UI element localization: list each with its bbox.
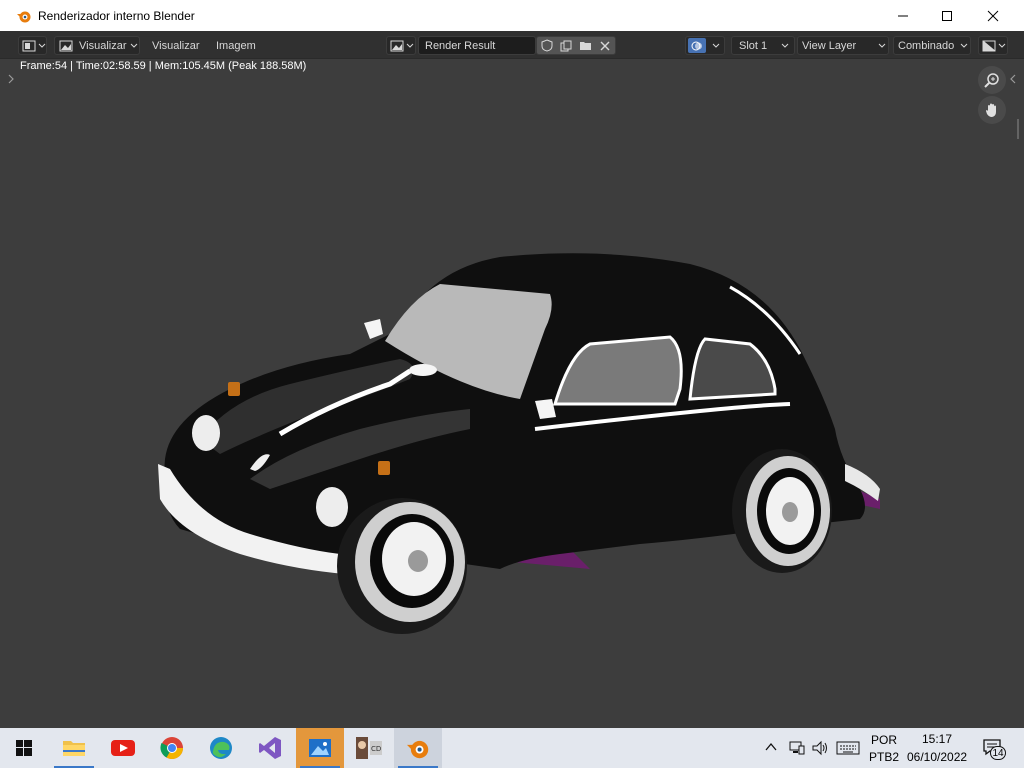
sidebar-toggle-icon[interactable] (1010, 74, 1016, 84)
edge-icon (210, 737, 232, 759)
blender-logo-icon (17, 11, 31, 22)
view-layer-label: View Layer (802, 39, 857, 52)
language-indicator-line2[interactable]: PTB2 (869, 750, 899, 764)
clock-time[interactable]: 15:17 (922, 732, 952, 746)
blender-icon (407, 740, 429, 759)
volume-icon[interactable] (812, 740, 830, 756)
chevron-down-icon (406, 43, 414, 48)
taskbar-youtube[interactable] (99, 728, 147, 768)
zoom-icon (984, 73, 999, 88)
view-layer-dropdown[interactable]: View Layer (797, 36, 889, 55)
youtube-icon (111, 740, 135, 756)
duplicate-icon (560, 40, 572, 51)
overlay-dropdown[interactable] (685, 36, 725, 55)
taskbar-blender[interactable] (394, 728, 442, 768)
shield-icon (541, 39, 553, 52)
menu-view[interactable]: Visualizar (152, 37, 200, 54)
taskbar-edge[interactable] (197, 728, 245, 768)
chevron-down-icon (960, 43, 968, 48)
overlay-toggle[interactable] (688, 38, 706, 53)
chevron-down-icon (878, 43, 886, 48)
image-icon (59, 40, 73, 51)
folder-icon (63, 741, 85, 756)
image-actions-group (536, 36, 616, 55)
toolbar-toggle-icon[interactable] (8, 74, 14, 84)
hand-icon (986, 103, 996, 117)
windows-logo-icon (16, 740, 32, 756)
chevron-down-icon (130, 43, 137, 48)
view-mode-label: Visualizar (79, 39, 127, 52)
keyboard-icon[interactable] (836, 741, 860, 755)
language-indicator-line1[interactable]: POR (871, 733, 897, 747)
notification-count-badge: 14 (990, 746, 1006, 760)
close-button[interactable] (970, 0, 1016, 31)
chevron-down-icon (781, 43, 789, 48)
svg-text:CD: CD (371, 745, 381, 753)
image-editor-icon (22, 40, 36, 51)
display-channels-dropdown[interactable] (978, 36, 1008, 55)
image-name-field[interactable]: Render Result (418, 36, 536, 55)
folder-icon (580, 42, 592, 50)
maximize-icon (942, 10, 952, 21)
photos-icon (309, 739, 331, 757)
render-stats: Frame:54 | Time:02:58.59 | Mem:105.45M (… (20, 60, 307, 72)
beetle-car (158, 253, 880, 634)
image-icon (390, 40, 404, 51)
minimize-icon (898, 15, 908, 16)
menu-image-label: Imagem (216, 39, 256, 52)
start-button[interactable] (0, 728, 48, 768)
browse-image-button[interactable] (386, 36, 416, 55)
maximize-button[interactable] (924, 0, 970, 31)
render-result-image (8, 74, 1019, 634)
render-viewport[interactable] (0, 59, 1024, 728)
pan-button[interactable] (978, 96, 1006, 124)
chevron-down-icon (998, 43, 1006, 48)
slot-dropdown[interactable]: Slot 1 (731, 36, 795, 55)
minimize-button[interactable] (880, 0, 926, 31)
menu-view-label: Visualizar (152, 39, 200, 52)
zoom-button[interactable] (978, 66, 1006, 94)
taskbar-file-explorer[interactable] (50, 728, 98, 768)
visual-studio-icon (259, 737, 281, 759)
taskbar-visual-studio[interactable] (246, 728, 294, 768)
close-icon (987, 10, 999, 21)
window-titlebar: Renderizador interno Blender (0, 0, 1024, 31)
media-app-icon: CD (356, 737, 382, 759)
taskbar-media-app[interactable]: CD (345, 728, 393, 768)
color-alpha-icon (982, 40, 996, 51)
fake-user-button[interactable] (537, 39, 557, 52)
clock-date[interactable]: 06/10/2022 (907, 750, 967, 764)
window-title: Renderizador interno Blender (38, 8, 195, 23)
network-icon[interactable] (789, 740, 805, 756)
menu-image[interactable]: Imagem (216, 37, 256, 54)
open-image-button[interactable] (576, 40, 596, 51)
editor-type-button[interactable] (18, 36, 47, 55)
chevron-down-icon (712, 43, 720, 48)
new-image-button[interactable] (557, 40, 577, 52)
render-pass-dropdown[interactable]: Combinado (893, 36, 971, 55)
slot-label: Slot 1 (739, 39, 768, 52)
chevron-down-icon (38, 43, 46, 48)
image-name-value: Render Result (425, 39, 496, 52)
image-editor-header: Visualizar Visualizar Imagem Render Resu… (0, 31, 1024, 59)
show-hidden-icons-icon[interactable] (765, 742, 777, 752)
chrome-icon (160, 737, 183, 759)
overlay-icon (691, 41, 702, 50)
taskbar-chrome[interactable] (148, 728, 196, 768)
render-pass-label: Combinado (898, 39, 955, 52)
view-mode-dropdown[interactable]: Visualizar (54, 36, 140, 55)
notification-center-button[interactable]: 14 (982, 738, 1006, 760)
taskbar-photos[interactable] (296, 728, 344, 768)
windows-taskbar: CD POR PTB2 15:17 06/10/2022 14 (0, 728, 1024, 768)
unlink-image-button[interactable] (596, 41, 616, 51)
x-icon (600, 41, 610, 50)
